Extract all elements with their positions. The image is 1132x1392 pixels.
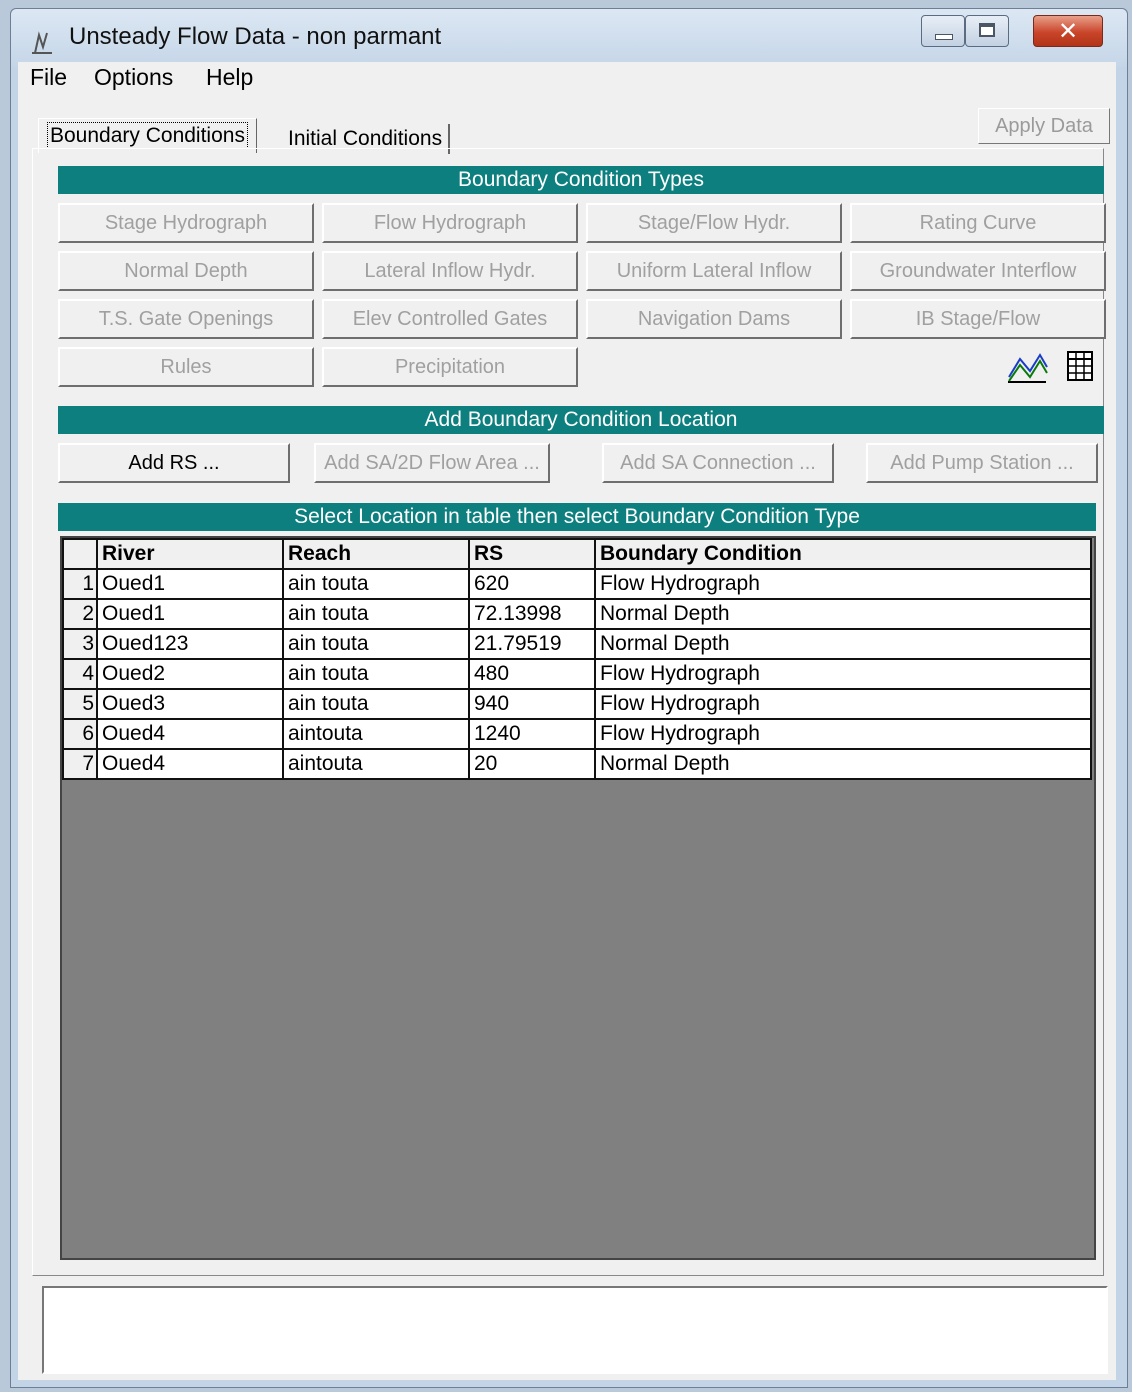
reach-cell[interactable]: ain touta [282, 568, 470, 600]
table-row[interactable]: 7 Oued4 aintouta 20 Normal Depth [62, 748, 1092, 780]
reach-cell[interactable]: ain touta [282, 688, 470, 720]
rs-cell[interactable]: 72.13998 [468, 598, 596, 630]
boundary-condition-cell[interactable]: Normal Depth [594, 598, 1092, 630]
rs-cell[interactable]: 21.79519 [468, 628, 596, 660]
river-cell[interactable]: Oued1 [96, 568, 284, 600]
row-number[interactable]: 4 [62, 658, 98, 690]
rs-cell[interactable]: 620 [468, 568, 596, 600]
column-header-river[interactable]: River [96, 538, 284, 570]
river-cell[interactable]: Oued2 [96, 658, 284, 690]
add-location-header: Add Boundary Condition Location [58, 406, 1104, 434]
menu-options[interactable]: Options [94, 64, 173, 91]
row-number[interactable]: 7 [62, 748, 98, 780]
table-header-banner: Select Location in table then select Bou… [58, 503, 1096, 531]
column-header-reach[interactable]: Reach [282, 538, 470, 570]
column-header-rs[interactable]: RS [468, 538, 596, 570]
river-cell[interactable]: Oued4 [96, 718, 284, 750]
title-bar[interactable]: Unsteady Flow Data - non parmant ✕ [11, 9, 1127, 67]
reach-cell[interactable]: aintouta [282, 748, 470, 780]
table-row[interactable]: 5 Oued3 ain touta 940 Flow Hydrograph [62, 688, 1092, 720]
stage-hydrograph-button[interactable]: Stage Hydrograph [58, 203, 314, 243]
boundary-condition-cell[interactable]: Normal Depth [594, 748, 1092, 780]
reach-cell[interactable]: ain touta [282, 628, 470, 660]
row-number[interactable]: 5 [62, 688, 98, 720]
table-row[interactable]: 6 Oued4 aintouta 1240 Flow Hydrograph [62, 718, 1092, 750]
boundary-condition-cell[interactable]: Flow Hydrograph [594, 568, 1092, 600]
river-cell[interactable]: Oued4 [96, 748, 284, 780]
app-icon [32, 31, 52, 54]
reach-cell[interactable]: ain touta [282, 598, 470, 630]
close-button[interactable]: ✕ [1033, 15, 1103, 47]
plot-icon[interactable] [1006, 347, 1048, 385]
precipitation-button[interactable]: Precipitation [322, 347, 578, 387]
rs-cell[interactable]: 480 [468, 658, 596, 690]
table-row[interactable]: 3 Oued123 ain touta 21.79519 Normal Dept… [62, 628, 1092, 660]
table-row[interactable]: 1 Oued1 ain touta 620 Flow Hydrograph [62, 568, 1092, 600]
add-rs-button[interactable]: Add RS ... [58, 443, 290, 483]
tab-boundary-label: Boundary Conditions [47, 122, 248, 149]
lateral-inflow-hydr-button[interactable]: Lateral Inflow Hydr. [322, 251, 578, 291]
boundary-condition-cell[interactable]: Flow Hydrograph [594, 718, 1092, 750]
table-column-header-row: River Reach RS Boundary Condition [62, 538, 1092, 570]
uniform-lateral-inflow-button[interactable]: Uniform Lateral Inflow [586, 251, 842, 291]
maximize-button[interactable] [965, 15, 1009, 47]
menu-file[interactable]: File [30, 64, 67, 91]
rs-cell[interactable]: 20 [468, 748, 596, 780]
table-row[interactable]: 2 Oued1 ain touta 72.13998 Normal Depth [62, 598, 1092, 630]
boundary-condition-cell[interactable]: Normal Depth [594, 628, 1092, 660]
table-icon[interactable] [1062, 349, 1098, 383]
boundary-condition-cell[interactable]: Flow Hydrograph [594, 688, 1092, 720]
table-row[interactable]: 4 Oued2 ain touta 480 Flow Hydrograph [62, 658, 1092, 690]
reach-cell[interactable]: aintouta [282, 718, 470, 750]
add-pump-station-button[interactable]: Add Pump Station ... [866, 443, 1098, 483]
minimize-icon [935, 34, 953, 40]
rating-curve-button[interactable]: Rating Curve [850, 203, 1106, 243]
reach-cell[interactable]: ain touta [282, 658, 470, 690]
elev-controlled-gates-button[interactable]: Elev Controlled Gates [322, 299, 578, 339]
boundary-location-table[interactable]: River Reach RS Boundary Condition 1 Oued… [60, 536, 1096, 1260]
location-grid[interactable]: River Reach RS Boundary Condition 1 Oued… [62, 538, 1092, 780]
menu-help[interactable]: Help [206, 64, 253, 91]
window-title: Unsteady Flow Data - non parmant [69, 23, 442, 50]
maximize-icon [979, 23, 995, 37]
groundwater-interflow-button[interactable]: Groundwater Interflow [850, 251, 1106, 291]
add-sa-connection-button[interactable]: Add SA Connection ... [602, 443, 834, 483]
flow-hydrograph-button[interactable]: Flow Hydrograph [322, 203, 578, 243]
row-number[interactable]: 2 [62, 598, 98, 630]
row-number[interactable]: 6 [62, 718, 98, 750]
menu-bar: File Options Help [18, 62, 1116, 96]
add-sa-2d-flow-area-button[interactable]: Add SA/2D Flow Area ... [314, 443, 550, 483]
ib-stage-flow-button[interactable]: IB Stage/Flow [850, 299, 1106, 339]
rs-cell[interactable]: 1240 [468, 718, 596, 750]
close-icon: ✕ [1057, 17, 1079, 45]
description-box[interactable] [42, 1286, 1108, 1374]
normal-depth-button[interactable]: Normal Depth [58, 251, 314, 291]
row-number[interactable]: 1 [62, 568, 98, 600]
apply-data-button[interactable]: Apply Data [978, 108, 1110, 144]
rs-cell[interactable]: 940 [468, 688, 596, 720]
boundary-condition-cell[interactable]: Flow Hydrograph [594, 658, 1092, 690]
river-cell[interactable]: Oued123 [96, 628, 284, 660]
row-number[interactable]: 3 [62, 628, 98, 660]
river-cell[interactable]: Oued3 [96, 688, 284, 720]
navigation-dams-button[interactable]: Navigation Dams [586, 299, 842, 339]
minimize-button[interactable] [921, 15, 965, 47]
corner-cell[interactable] [62, 538, 98, 570]
river-cell[interactable]: Oued1 [96, 598, 284, 630]
bc-types-header: Boundary Condition Types [58, 166, 1104, 194]
rules-button[interactable]: Rules [58, 347, 314, 387]
ts-gate-openings-button[interactable]: T.S. Gate Openings [58, 299, 314, 339]
stage-flow-hydr-button[interactable]: Stage/Flow Hydr. [586, 203, 842, 243]
column-header-boundary-condition[interactable]: Boundary Condition [594, 538, 1092, 570]
